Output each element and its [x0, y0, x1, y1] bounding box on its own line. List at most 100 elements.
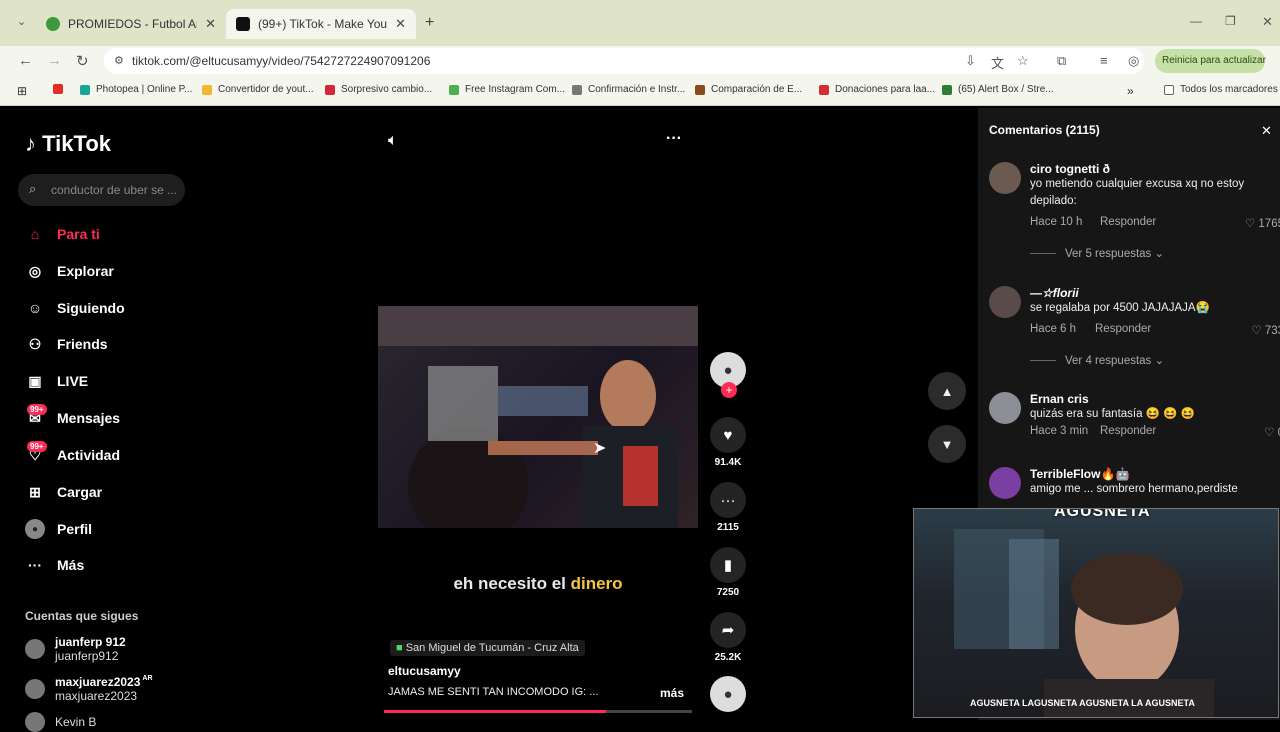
home-icon: ⌂: [30, 226, 40, 242]
translate-icon[interactable]: 文: [991, 53, 1004, 72]
bookmark-photopea[interactable]: Photopea | Online P...: [80, 84, 192, 95]
comment-like[interactable]: ♡ 0: [1264, 425, 1280, 439]
profile-avatar-icon: ●: [25, 519, 45, 539]
reply-button[interactable]: Responder: [1100, 425, 1156, 437]
install-icon[interactable]: ⇩: [965, 53, 976, 69]
music-disc-icon: ●: [710, 676, 746, 712]
video-author[interactable]: eltucusamyy: [388, 664, 461, 678]
close-window-icon[interactable]: ✕: [1262, 14, 1273, 30]
avatar[interactable]: [989, 162, 1021, 194]
share-button[interactable]: ➦ 25.2K: [710, 612, 746, 663]
sidebar-item-live[interactable]: ▣ LIVE: [25, 369, 88, 393]
sidebar-item-para-ti[interactable]: ⌂ Para ti: [25, 222, 100, 246]
video-more-icon[interactable]: ···: [666, 130, 682, 148]
avatar[interactable]: [989, 286, 1021, 318]
save-button[interactable]: ▮ 7250: [710, 547, 746, 598]
comment-text: quizás era su fantasía 😆 😆 😆: [1030, 408, 1196, 420]
reply-button[interactable]: Responder: [1100, 216, 1156, 228]
search-input[interactable]: ⌕ conductor de uber se ...: [18, 174, 185, 206]
view-replies-button[interactable]: Ver 4 respuestas ⌄: [1030, 353, 1280, 367]
tab-list-icon[interactable]: ⌄: [17, 15, 26, 28]
restore-icon[interactable]: ❐: [1225, 14, 1236, 28]
comment-user[interactable]: TerribleFlow🔥🤖: [1030, 467, 1280, 481]
sidebar-item-explorar[interactable]: ◎ Explorar: [25, 259, 114, 283]
sidebar-item-friends[interactable]: ⚇ Friends: [25, 332, 108, 356]
upload-icon: ⊞: [29, 483, 41, 500]
close-tab-icon[interactable]: ✕: [205, 16, 216, 32]
tiktok-logo[interactable]: ♪ TikTok: [25, 131, 111, 157]
follow-plus-icon[interactable]: +: [721, 382, 737, 398]
new-tab-icon[interactable]: +: [425, 14, 434, 32]
comment-like[interactable]: ♡ 1765: [1245, 216, 1280, 230]
video-description: JAMAS ME SENTI TAN INCOMODO IG: ...: [388, 686, 599, 698]
tab-title: (99+) TikTok - Make Your De: [258, 17, 388, 31]
update-button[interactable]: Reinicia para actualizar: [1155, 49, 1266, 73]
video-player[interactable]: [378, 306, 698, 528]
comment-like[interactable]: ♡ 733: [1251, 323, 1280, 337]
forward-icon[interactable]: →: [47, 52, 62, 69]
messages-icon: ✉ 99+: [25, 404, 47, 428]
previous-video-button[interactable]: ▲: [928, 372, 966, 410]
like-button[interactable]: ♥ 91.4K: [710, 417, 746, 468]
avatar[interactable]: [989, 467, 1021, 499]
sidebar-item-siguiendo[interactable]: ☺ Siguiendo: [25, 296, 125, 320]
profile-icon[interactable]: ◎: [1128, 53, 1139, 69]
view-replies-button[interactable]: Ver 5 respuestas ⌄: [1030, 246, 1280, 260]
streamer-webcam: AGUSNETA AGUSNETA LAGUSNETA AGUSNETA LA …: [913, 508, 1279, 718]
followed-account[interactable]: juanferp 912 juanferp912: [25, 635, 126, 663]
followed-account[interactable]: Kevin B: [25, 712, 96, 732]
bookmark-convertidor[interactable]: Convertidor de yout...: [202, 84, 314, 95]
reply-button[interactable]: Responder: [1095, 323, 1151, 335]
comments-title: Comentarios (2115): [989, 123, 1100, 137]
reload-icon[interactable]: ↻: [76, 52, 89, 70]
tab-promiedos[interactable]: PROMIEDOS - Futbol Argentin ✕: [36, 9, 226, 39]
sidebar-item-cargar[interactable]: ⊞ Cargar: [25, 480, 102, 504]
webcam-watermark: AGUSNETA: [1054, 508, 1151, 520]
bookmark-comparacion[interactable]: Comparación de E...: [695, 84, 802, 95]
like-count: 91.4K: [714, 457, 742, 468]
video-frame: [378, 306, 698, 528]
url-field[interactable]: ⚙ tiktok.com/@eltucusamyy/video/75427272…: [104, 48, 1144, 74]
bookmark-instagram[interactable]: Free Instagram Com...: [449, 84, 565, 95]
extensions-icon[interactable]: ⧉: [1057, 53, 1066, 69]
media-icon[interactable]: ≡: [1100, 53, 1108, 68]
bookmark-star-icon[interactable]: ☆: [1017, 53, 1029, 69]
music-disc-button[interactable]: ●: [710, 676, 746, 712]
comment-user[interactable]: Ernan cris: [1030, 392, 1280, 406]
close-tab-icon[interactable]: ✕: [395, 16, 406, 32]
sidebar-item-actividad[interactable]: ♡ 99+ Actividad: [25, 441, 120, 467]
comment-button[interactable]: ··· 2115: [710, 482, 746, 533]
comment-user[interactable]: ciro tognetti ð: [1030, 162, 1280, 176]
tab-tiktok[interactable]: (99+) TikTok - Make Your De ✕: [226, 9, 416, 39]
sidebar-item-perfil[interactable]: ● Perfil: [25, 517, 92, 541]
creator-avatar-button[interactable]: ● +: [710, 352, 746, 398]
avatar[interactable]: [989, 392, 1021, 424]
next-video-button[interactable]: ▼: [928, 425, 966, 463]
sidebar-item-mas[interactable]: ··· Más: [25, 553, 84, 577]
close-comments-icon[interactable]: ✕: [1261, 123, 1272, 139]
volume-icon[interactable]: 🔈︎: [388, 132, 398, 150]
more-bookmarks-icon[interactable]: »: [1127, 84, 1134, 98]
comment-user[interactable]: —☆florii: [1030, 286, 1280, 300]
bookmark-alertbox[interactable]: (65) Alert Box / Stre...: [942, 84, 1054, 95]
followed-account[interactable]: maxjuarez2023 AR maxjuarez2023: [25, 675, 153, 703]
youtube-bookmark[interactable]: [53, 84, 69, 94]
site-info-icon[interactable]: ⚙: [114, 54, 124, 67]
back-icon[interactable]: ←: [18, 52, 33, 69]
bookmark-donaciones[interactable]: Donaciones para laa...: [819, 84, 935, 95]
video-location[interactable]: ■ San Miguel de Tucumán - Cruz Alta: [390, 640, 585, 656]
search-icon: ⌕: [29, 181, 37, 196]
cursor-icon: ➤: [593, 440, 607, 457]
video-progress-bar[interactable]: [384, 710, 692, 713]
more-button[interactable]: más: [660, 686, 684, 700]
bookmark-confirmacion[interactable]: Confirmación e Instr...: [572, 84, 685, 95]
chevron-down-icon: ⌄: [1154, 248, 1165, 260]
following-icon: ☺: [27, 300, 43, 316]
apps-icon[interactable]: ⊞: [17, 84, 27, 98]
all-bookmarks[interactable]: Todos los marcadores: [1164, 84, 1278, 95]
chevron-up-icon: ▲: [940, 383, 954, 399]
bookmark-sorpresivo[interactable]: Sorpresivo cambio...: [325, 84, 432, 95]
heart-outline-icon: ♡: [1244, 218, 1256, 230]
minimize-icon[interactable]: —: [1190, 14, 1202, 28]
sidebar-item-mensajes[interactable]: ✉ 99+ Mensajes: [25, 404, 120, 430]
